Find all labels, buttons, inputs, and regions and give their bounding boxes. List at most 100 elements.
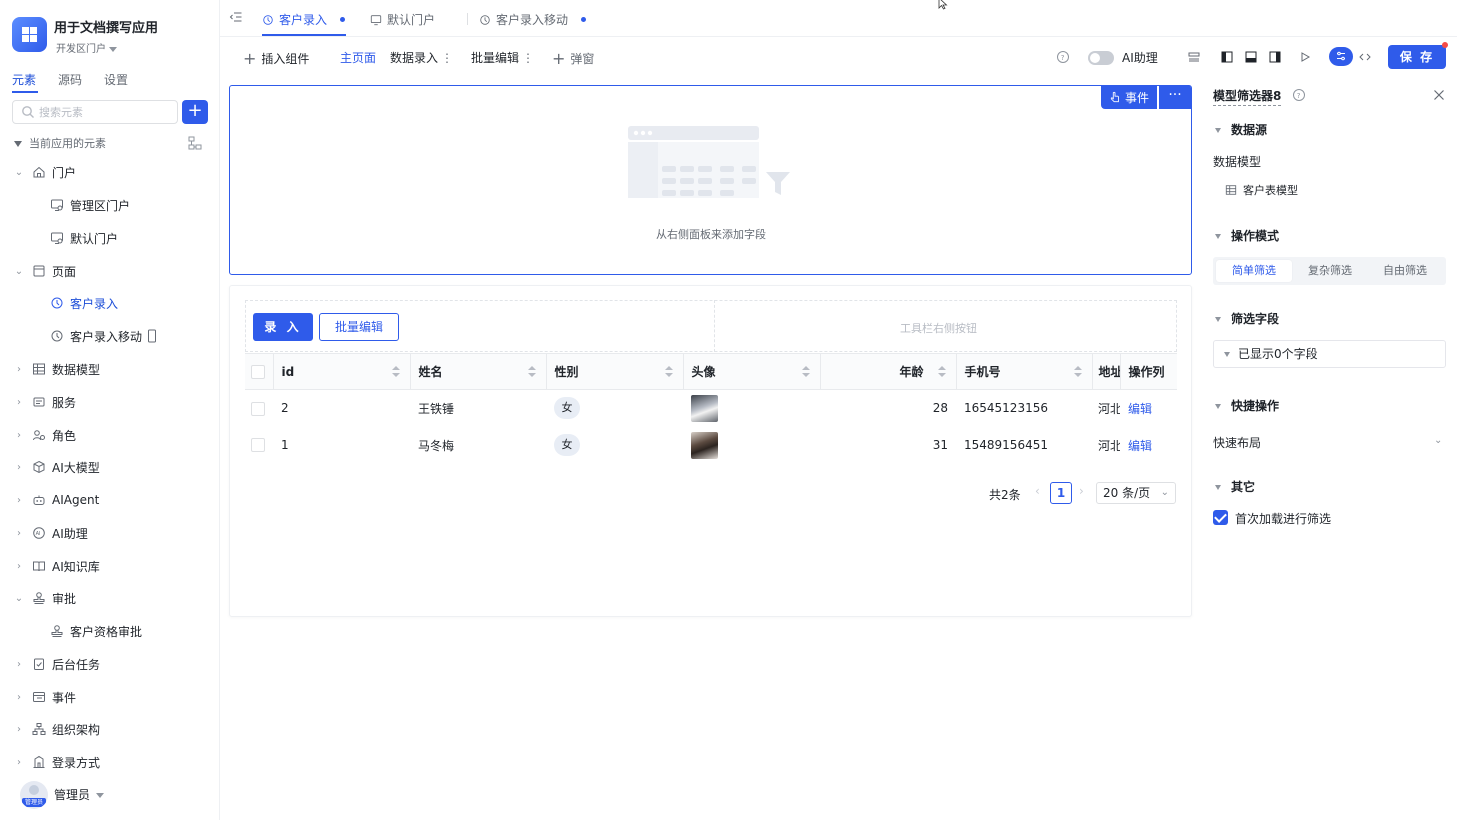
event-button[interactable]: 事件 [1101,85,1157,109]
sidebar-item-background-task[interactable]: › 后台任务 [14,654,100,674]
insert-component-button[interactable]: + 插入组件 [243,49,309,68]
column-label: id [281,364,295,379]
robot-icon [32,493,46,507]
sidebar-item-login-method[interactable]: › 登录方式 [14,752,100,772]
ai-assistant-toggle[interactable] [1088,51,1114,65]
sort-icon[interactable] [391,366,400,378]
tree-view-toggle-icon[interactable] [188,136,202,150]
row-checkbox[interactable] [251,401,265,416]
sidebar-item-default-portal[interactable]: 默认门户 [50,228,118,248]
sidebar-item-portal[interactable]: ⌄ 门户 [14,162,76,182]
edit-link[interactable]: 编辑 [1128,402,1152,416]
page-number-button[interactable]: 1 [1050,482,1072,504]
section-label: 快捷操作 [1231,399,1280,413]
row-checkbox[interactable] [251,438,265,453]
design-mode-toggle[interactable] [1329,47,1353,66]
sidebar-item-role[interactable]: › 角色 [14,425,76,445]
section-quick-actions[interactable]: 快捷操作 [1215,397,1279,414]
search-input[interactable] [39,104,169,120]
data-model-value[interactable]: 客户表模型 [1225,182,1298,198]
sort-icon[interactable] [937,366,946,378]
tree-header[interactable]: 当前应用的元素 [14,135,106,151]
play-icon[interactable] [1298,50,1312,64]
portal-switcher[interactable]: 开发区门户 [56,40,117,55]
batch-edit-button[interactable]: 批量编辑 [319,313,399,341]
layout-left-icon[interactable] [1220,50,1234,64]
section-label: 数据源 [1231,123,1268,137]
sidebar-item-service[interactable]: › 服务 [14,392,76,412]
select-all-checkbox[interactable] [251,364,265,379]
chevron-down-icon[interactable]: ⌄ [1434,435,1442,446]
section-other[interactable]: 其它 [1215,478,1255,495]
cube-icon [32,460,46,474]
sidebar-item-organization[interactable]: › 组织架构 [14,719,100,739]
mode-free-filter[interactable]: 自由筛选 [1367,260,1443,282]
sidebar-item-approval[interactable]: ⌄ 审批 [14,588,76,608]
tab-customer-entry[interactable]: 客户录入 [262,11,346,28]
tab-source[interactable]: 源码 [58,71,82,88]
save-button[interactable]: 保 存 [1388,45,1446,69]
help-icon[interactable]: ? [1056,50,1070,64]
sidebar-item-admin-portal[interactable]: 管理区门户 [50,195,130,215]
section-filter-fields[interactable]: 筛选字段 [1215,310,1279,327]
edit-link[interactable]: 编辑 [1128,439,1152,453]
page-size-select[interactable]: 20 条/页 ⌄ [1096,482,1176,504]
column-header-address[interactable]: 地址 [1092,353,1121,390]
column-header-id[interactable]: id [273,353,411,390]
first-load-filter-checkbox[interactable] [1213,510,1228,525]
sort-icon[interactable] [1073,366,1082,378]
more-actions-button[interactable]: ··· [1159,85,1191,109]
close-icon[interactable] [1432,88,1446,102]
column-header-phone[interactable]: 手机号 [956,353,1093,390]
sidebar-item-data-model[interactable]: › 数据模型 [14,359,100,379]
stamp-icon [32,591,46,605]
sidebar-item-ai-agent[interactable]: › AIAgent [14,490,99,510]
mode-simple-filter[interactable]: 简单筛选 [1216,260,1292,282]
quick-layout-label[interactable]: 快速布局 [1213,434,1261,451]
sidebar-item-customer-entry[interactable]: 客户录入 [50,293,118,313]
sidebar-item-ai-assistant[interactable]: › AI AI助理 [14,523,88,543]
column-header-avatar[interactable]: 头像 [683,353,821,390]
avatar[interactable]: 管理员 [20,781,48,809]
split-view-icon[interactable] [1187,50,1201,64]
layout-bottom-icon[interactable] [1244,50,1258,64]
page-next-icon[interactable]: › [1079,484,1084,498]
sidebar-item-customer-entry-mobile[interactable]: 客户录入移动 [50,326,160,346]
entry-button[interactable]: 录 入 [253,313,313,341]
section-operation-mode[interactable]: 操作模式 [1215,227,1279,244]
popup-button[interactable]: + 弹窗 [552,49,594,68]
event-icon [32,690,46,704]
add-element-button[interactable]: + [182,100,208,124]
sort-icon[interactable] [801,366,810,378]
layout-right-icon[interactable] [1268,50,1282,64]
sidebar-item-event[interactable]: › 事件 [14,687,76,707]
unsaved-dot [1442,42,1448,48]
batch-edit-tool-button[interactable]: 批量编辑 ⋮ [471,49,534,66]
sort-icon[interactable] [664,366,673,378]
data-entry-button[interactable]: 数据录入 ⋮ [390,49,453,66]
sort-icon[interactable] [527,366,536,378]
tab-elements[interactable]: 元素 [12,71,36,88]
mode-complex-filter[interactable]: 复杂筛选 [1292,260,1368,282]
caret-down-icon [1215,128,1221,133]
caret-down-icon [1215,485,1221,490]
main-page-button[interactable]: 主页面 [340,49,376,66]
column-header-age[interactable]: 年龄 [820,353,957,390]
tab-customer-entry-mobile[interactable]: 客户录入移动 [479,11,587,28]
sidebar-item-pages[interactable]: ⌄ 页面 [14,261,76,281]
tab-default-portal[interactable]: 默认门户 [370,11,435,28]
sidebar-item-ai-knowledge[interactable]: › AI知识库 [14,556,100,576]
sidebar-item-ai-model[interactable]: › AI大模型 [14,457,100,477]
column-header-gender[interactable]: 性别 [546,353,684,390]
user-menu[interactable]: 管理员 [54,786,105,803]
code-icon[interactable] [1358,50,1372,64]
sidebar-item-customer-approval[interactable]: 客户资格审批 [50,621,142,641]
column-header-name[interactable]: 姓名 [410,353,547,390]
toolbar-right-hint: 工具栏右侧按钮 [900,322,977,335]
tab-settings[interactable]: 设置 [104,71,128,88]
section-datasource[interactable]: 数据源 [1215,121,1267,138]
page-prev-icon[interactable]: ‹ [1035,484,1040,498]
filter-fields-select[interactable]: 已显示0个字段 [1213,340,1446,368]
help-icon[interactable]: ? [1292,88,1306,102]
collapse-sidebar-icon[interactable] [229,10,243,24]
